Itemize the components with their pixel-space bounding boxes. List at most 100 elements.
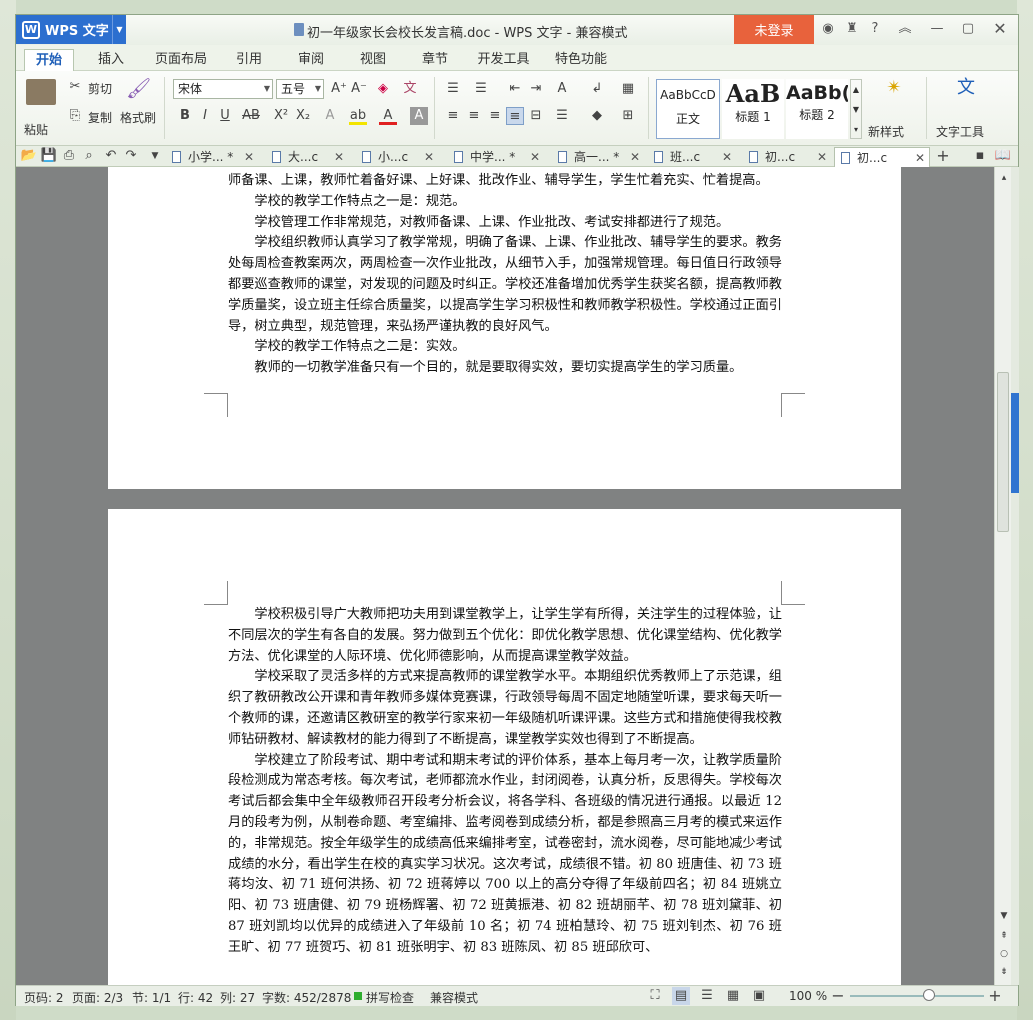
scroll-thumb[interactable] [997, 372, 1009, 532]
font-color-icon[interactable]: A [379, 107, 397, 125]
align-center-icon[interactable]: ≡ [465, 107, 483, 125]
show-marks-icon[interactable]: ↲ [588, 80, 606, 98]
shrink-font-icon[interactable]: A⁻ [350, 80, 368, 98]
close-icon[interactable]: ✕ [991, 20, 1009, 38]
print-preview-icon[interactable]: ⌕ [80, 147, 98, 165]
tab-start[interactable]: 开始 [24, 49, 74, 71]
quick-access-menu-icon[interactable]: ▼ [146, 147, 164, 165]
superscript-icon[interactable]: X² [272, 107, 290, 125]
font-size-select[interactable]: 五号 ▼ [276, 79, 324, 99]
tab-developer[interactable]: 开发工具 [471, 49, 536, 71]
doc-tab[interactable]: 中学... * ✕ [448, 147, 540, 167]
zoom-slider[interactable] [850, 995, 984, 997]
minimize-icon[interactable]: — [928, 20, 946, 38]
tab-layout[interactable]: 页面布局 [146, 49, 216, 71]
decrease-indent-icon[interactable]: ⇤ [506, 80, 524, 98]
paste-icon[interactable] [26, 79, 56, 105]
clear-format-icon[interactable]: ◈ [374, 80, 392, 98]
tab-view[interactable]: 视图 [348, 49, 398, 71]
borders-icon[interactable]: ⊞ [619, 107, 637, 125]
fullscreen-icon[interactable]: ⛶ [646, 987, 664, 1005]
zoom-level[interactable]: 100 % [789, 989, 827, 1003]
line-spacing-icon[interactable]: ☰ [553, 107, 571, 125]
close-tab-icon[interactable]: ✕ [817, 147, 827, 167]
doc-tab[interactable]: 班...c ✕ [648, 147, 732, 167]
page-view-icon[interactable]: ▤ [672, 987, 690, 1005]
close-tab-icon[interactable]: ✕ [530, 147, 540, 167]
numbering-icon[interactable]: ☰ [472, 80, 490, 98]
skin-icon[interactable]: ◉ [819, 20, 837, 38]
grow-font-icon[interactable]: A⁺ [330, 80, 348, 98]
app-menu-button[interactable]: W WPS 文字 ▼ [16, 15, 126, 44]
close-tab-icon[interactable]: ✕ [722, 147, 732, 167]
maximize-icon[interactable]: ▢ [959, 20, 977, 38]
tab-chapter[interactable]: 章节 [410, 49, 460, 71]
highlight-icon[interactable]: ab [349, 107, 367, 125]
table-icon[interactable]: ▦ [619, 80, 637, 98]
zoom-out-icon[interactable]: − [829, 987, 847, 1005]
vertical-scrollbar[interactable]: ▴ ▼ ⇞ ○ ⇟ [994, 167, 1011, 985]
chevron-down-icon[interactable]: ▼ [112, 15, 126, 44]
justify-icon[interactable]: ≡ [506, 107, 524, 125]
zoom-slider-knob[interactable] [922, 989, 935, 1001]
close-tab-icon[interactable]: ✕ [630, 147, 640, 167]
doc-tab[interactable]: 初...c ✕ [743, 147, 827, 167]
shirt-icon[interactable]: ♜ [843, 20, 861, 38]
paragraph-shading-icon[interactable]: ◆ [588, 107, 606, 125]
tab-features[interactable]: 特色功能 [546, 49, 616, 71]
side-panel-toggle[interactable] [1011, 393, 1019, 493]
bullets-icon[interactable]: ☰ [444, 80, 462, 98]
spell-check-toggle[interactable]: 拼写检查 [366, 989, 414, 1006]
help-icon[interactable]: ? [866, 20, 884, 38]
format-painter-button[interactable]: 格式刷 [120, 109, 156, 126]
doc-tab-active[interactable]: 初...c ✕ [834, 147, 930, 167]
style-normal[interactable]: AaBbCcD 正文 [656, 79, 720, 139]
style-gallery-scroll[interactable]: ▲ ▼ ▾ [850, 79, 862, 139]
zoom-in-icon[interactable]: + [986, 987, 1004, 1005]
chinese-layout-icon[interactable]: A [553, 80, 571, 98]
web-view-icon[interactable]: ▦ [724, 987, 742, 1005]
document-workspace[interactable]: 师备课、上课，教师忙着备好课、上好课、批改作业、辅导学生，学生忙着充实、忙着提高… [16, 167, 994, 985]
print-icon[interactable]: ⎙ [60, 147, 78, 165]
style-heading-2[interactable]: AaBb( 标题 2 [786, 79, 848, 139]
align-right-icon[interactable]: ≡ [486, 107, 504, 125]
cut-button[interactable]: 剪切 [88, 80, 112, 97]
close-tab-icon[interactable]: ✕ [915, 148, 925, 168]
increase-indent-icon[interactable]: ⇥ [527, 80, 545, 98]
doc-tab[interactable]: 大...c ✕ [266, 147, 344, 167]
doc-tab[interactable]: 高一... * ✕ [552, 147, 640, 167]
doc-tab[interactable]: 小...c ✕ [356, 147, 434, 167]
tab-references[interactable]: 引用 [224, 49, 274, 71]
outline-view-icon[interactable]: ☰ [698, 987, 716, 1005]
bold-icon[interactable]: B [176, 107, 194, 125]
char-shading-icon[interactable]: A [410, 107, 428, 125]
tab-insert[interactable]: 插入 [86, 49, 136, 71]
login-button[interactable]: 未登录 [734, 15, 814, 44]
new-style-button[interactable]: 新样式 [868, 123, 904, 140]
collapse-ribbon-icon[interactable]: ︽ [896, 20, 914, 38]
open-icon[interactable]: 📂 [20, 147, 38, 165]
save-icon[interactable]: 💾 [40, 147, 58, 165]
subscript-icon[interactable]: X₂ [294, 107, 312, 125]
close-tab-icon[interactable]: ✕ [424, 147, 434, 167]
font-family-select[interactable]: 宋体 ▼ [173, 79, 273, 99]
paste-button[interactable]: 粘贴 [24, 121, 48, 138]
close-tab-icon[interactable]: ✕ [244, 147, 254, 167]
italic-icon[interactable]: I [196, 107, 214, 125]
reading-mode-icon[interactable]: 📖 [994, 147, 1012, 165]
copy-button[interactable]: 复制 [88, 109, 112, 126]
status-word-count[interactable]: 字数: 452/2878 [262, 989, 351, 1006]
new-tab-icon[interactable]: + [934, 147, 952, 165]
close-tab-icon[interactable]: ✕ [334, 147, 344, 167]
underline-icon[interactable]: U [216, 107, 234, 125]
distribute-icon[interactable]: ⊟ [527, 107, 545, 125]
undo-icon[interactable]: ↶ [102, 147, 120, 165]
strikethrough-icon[interactable]: AB [242, 107, 260, 125]
reading-view-icon[interactable]: ▣ [750, 987, 768, 1005]
style-heading-1[interactable]: AaB 标题 1 [722, 79, 784, 139]
text-tool-button[interactable]: 文字工具 [936, 123, 984, 140]
phonetic-icon[interactable]: 文 [401, 80, 419, 98]
doc-tab[interactable]: 小学... * ✕ [166, 147, 254, 167]
redo-icon[interactable]: ↷ [122, 147, 140, 165]
tab-review[interactable]: 审阅 [286, 49, 336, 71]
